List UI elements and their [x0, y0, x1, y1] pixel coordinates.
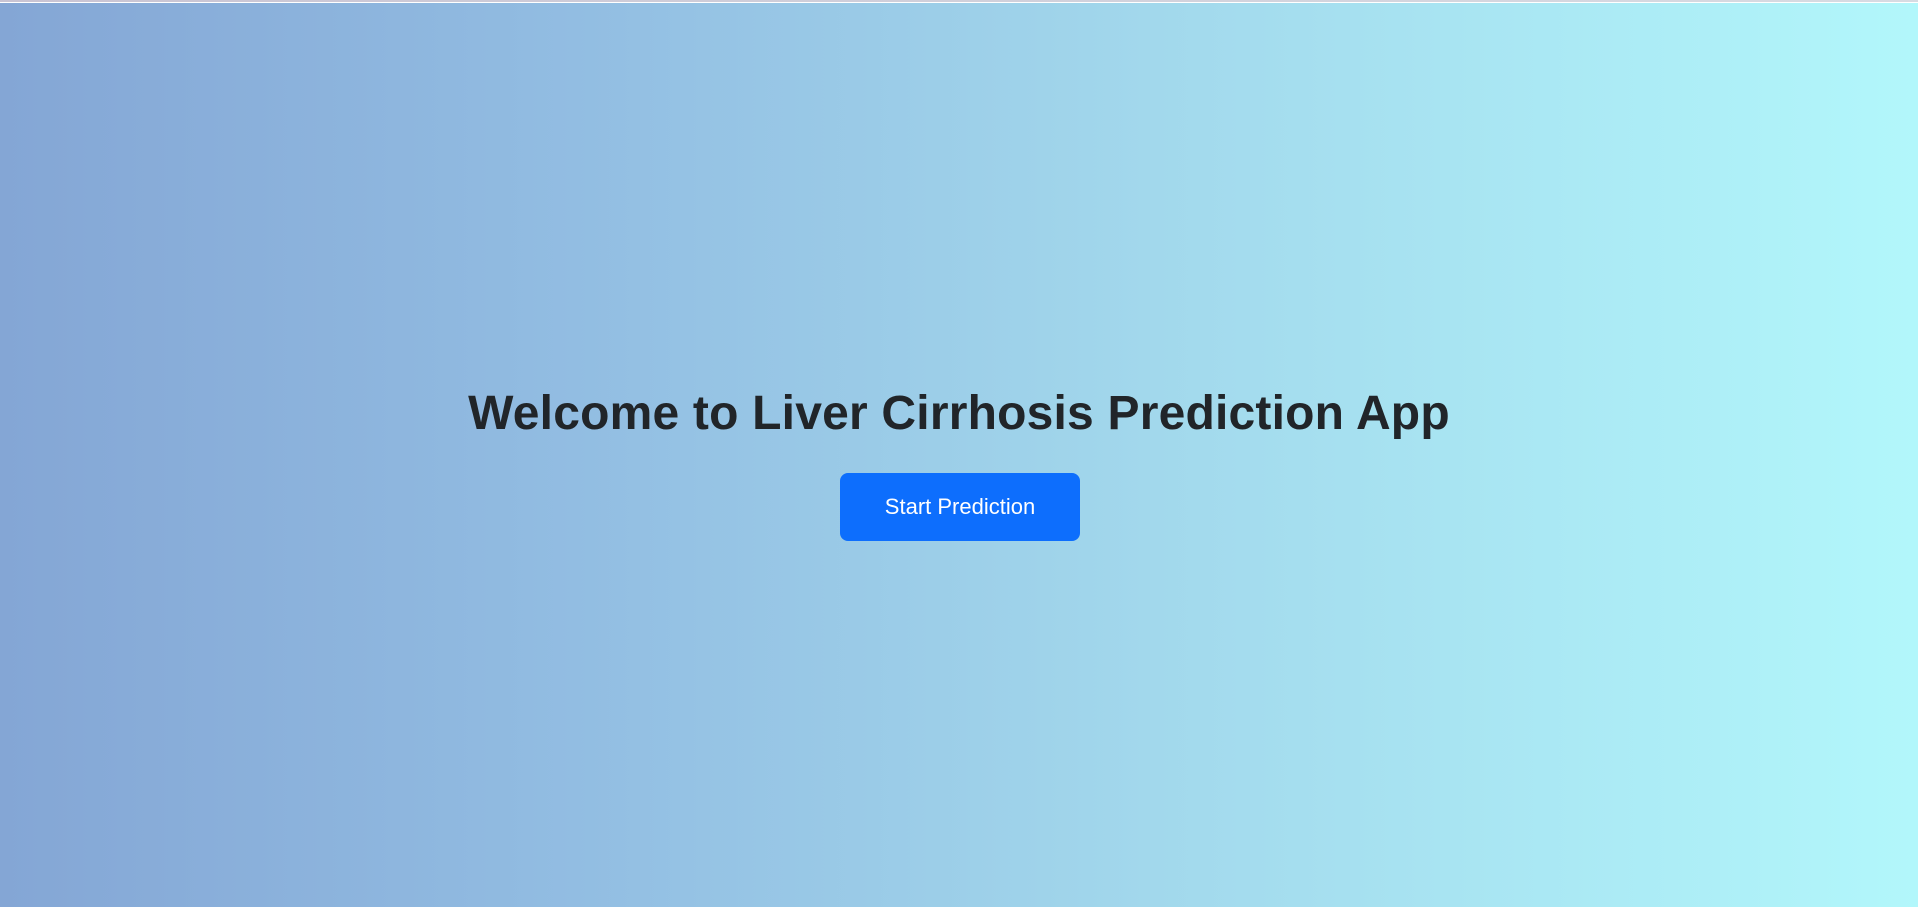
page-title: Welcome to Liver Cirrhosis Prediction Ap… — [468, 387, 1450, 440]
hero-section: Welcome to Liver Cirrhosis Prediction Ap… — [0, 3, 1918, 907]
start-prediction-button[interactable]: Start Prediction — [840, 473, 1080, 541]
top-divider — [0, 0, 1918, 2]
